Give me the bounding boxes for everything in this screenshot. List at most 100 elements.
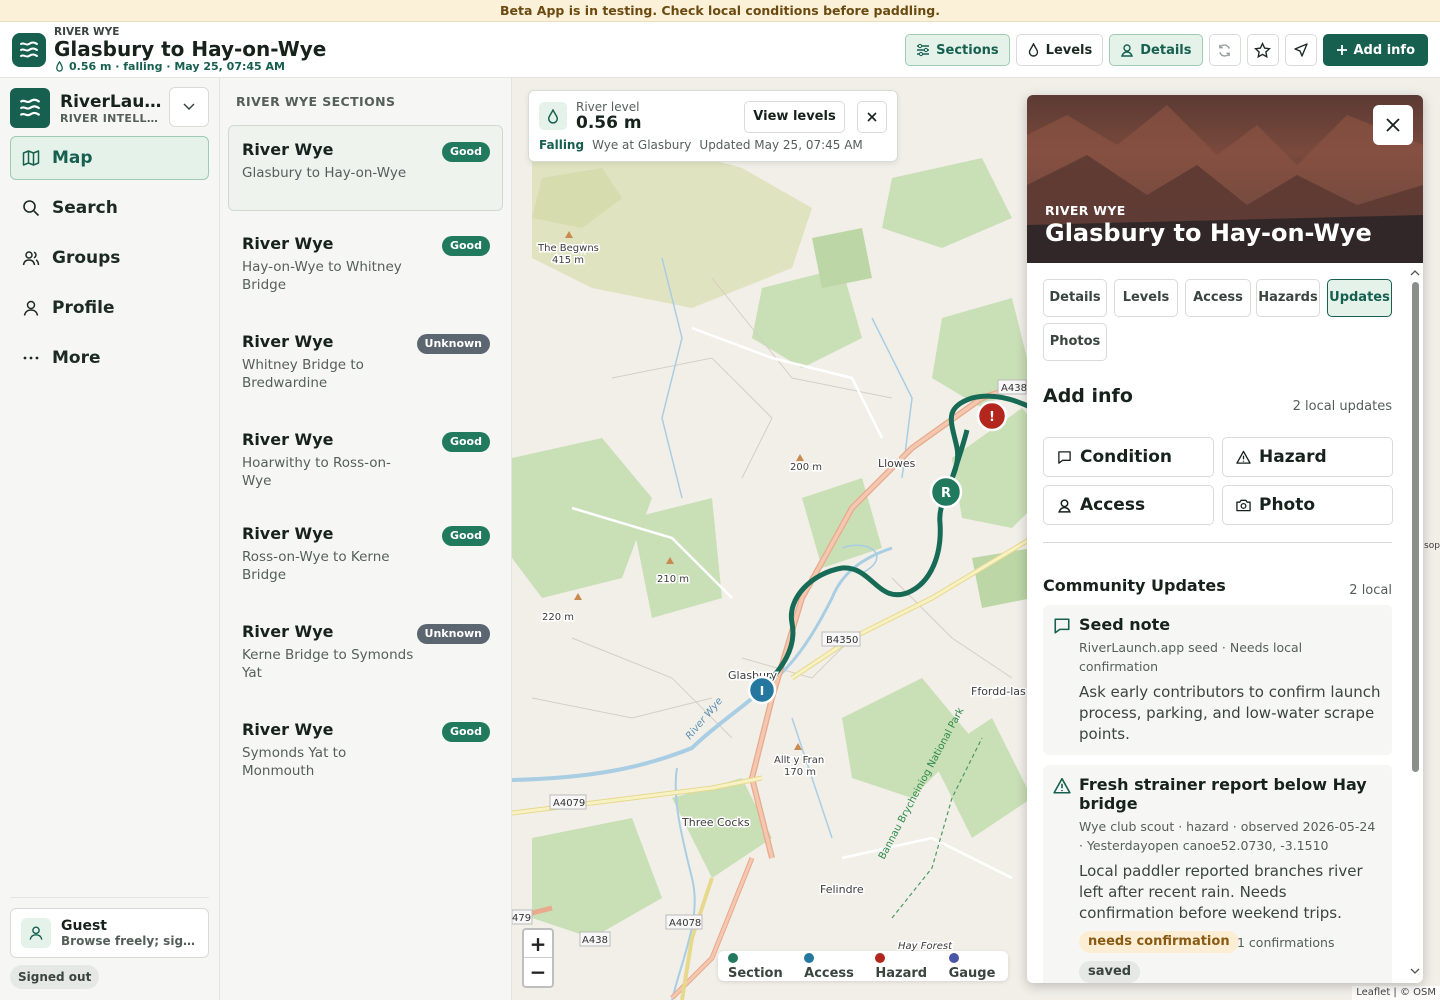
detail-kicker: RIVER WYE: [1045, 203, 1126, 218]
section-card[interactable]: River Wye Ross-on-Wye to Kerne Bridge Good: [228, 509, 503, 595]
sliders-icon: [917, 43, 930, 57]
favorite-button[interactable]: [1246, 34, 1279, 66]
rapid-marker[interactable]: R: [929, 475, 963, 509]
label-210m: 210 m: [657, 574, 689, 585]
tab-hazards[interactable]: Hazards: [1256, 279, 1320, 317]
camera-icon: [1236, 499, 1251, 512]
nav-profile-label: Profile: [52, 298, 115, 318]
road-label-a438b: A438: [582, 935, 608, 946]
update-card[interactable]: Seed note RiverLaunch.app seed · Needs l…: [1043, 605, 1392, 755]
section-card[interactable]: River Wye Glasbury to Hay-on-Wye Good: [228, 125, 503, 211]
add-hazard-button[interactable]: Hazard: [1222, 437, 1393, 477]
add-access-button[interactable]: Access: [1043, 485, 1214, 525]
guest-name: Guest: [61, 918, 107, 934]
app-logo-icon: [10, 88, 50, 128]
add-info-button[interactable]: Add info: [1322, 34, 1428, 66]
levels-button[interactable]: Levels: [1015, 34, 1104, 66]
close-icon: [1386, 118, 1400, 132]
details-button[interactable]: Details: [1109, 34, 1203, 66]
add-access-label: Access: [1080, 495, 1146, 515]
add-photo-button[interactable]: Photo: [1222, 485, 1393, 525]
road-label-a4078: A4078: [669, 918, 701, 929]
brand[interactable]: RiverLaunch RIVER INTELLIGENCE: [10, 88, 162, 128]
sections-heading: RIVER WYE SECTIONS: [236, 94, 396, 109]
add-info-heading: Add info: [1043, 385, 1133, 407]
section-name: Ross-on-Wye to Kerne Bridge: [242, 549, 390, 583]
warning-icon: [1236, 450, 1251, 464]
app-logo-icon[interactable]: [12, 33, 46, 67]
zoom-out-button[interactable]: −: [524, 958, 552, 986]
add-info-count: 2 local updates: [1292, 399, 1392, 414]
map-attribution[interactable]: Leaflet | © OSM: [1352, 986, 1440, 1000]
nav-more[interactable]: More: [10, 336, 209, 380]
label-three-cocks: Three Cocks: [681, 816, 750, 829]
scroll-thumb[interactable]: [1412, 282, 1419, 772]
hazard-marker[interactable]: !: [976, 400, 1008, 432]
nav-map-label: Map: [52, 148, 93, 168]
level-card-close-button[interactable]: [857, 101, 887, 133]
update-meta: RiverLaunch.app seed · Needs local confi…: [1079, 640, 1303, 674]
add-info-label: Add info: [1353, 42, 1416, 58]
user-pin-icon: [1121, 44, 1134, 57]
nav-search-label: Search: [52, 198, 118, 218]
add-photo-label: Photo: [1259, 495, 1316, 515]
section-card[interactable]: River Wye Kerne Bridge to Symonds Yat Unkn…: [228, 607, 503, 693]
zoom-in-button[interactable]: +: [524, 930, 552, 958]
tab-updates[interactable]: Updates: [1327, 279, 1392, 317]
river-level-value: 0.56 m: [576, 113, 642, 133]
brand-menu-toggle[interactable]: [169, 87, 209, 127]
section-card[interactable]: River Wye Whitney Bridge to Bredwardine Un…: [228, 317, 503, 403]
locate-button[interactable]: [1284, 34, 1317, 66]
add-condition-button[interactable]: Condition: [1043, 437, 1214, 477]
main-nav: Map Search Groups Profile More: [10, 136, 209, 386]
tab-photos[interactable]: Photos: [1043, 323, 1107, 361]
section-name: Hoarwithy to Ross-on-Wye: [242, 455, 391, 489]
road-label-479: 479: [512, 913, 531, 924]
status-badge: Unknown: [416, 334, 490, 354]
map-legend: Section Access Hazard Gauge: [718, 951, 1008, 981]
label-begwns-height: 415 m: [552, 255, 584, 266]
update-card[interactable]: Fresh strainer report below Hay bridge W…: [1043, 765, 1392, 983]
user-icon: [29, 926, 43, 940]
navigation-icon: [1293, 43, 1308, 57]
nav-map[interactable]: Map: [10, 136, 209, 180]
section-card[interactable]: River Wye Symonds Yat to Monmouth Good: [228, 705, 503, 779]
legend-dot-access: [804, 953, 815, 963]
plus-icon: [1336, 45, 1347, 55]
chevron-down-icon: [183, 103, 195, 111]
section-card[interactable]: River Wye Hoarwithy to Ross-on-Wye Good: [228, 415, 503, 501]
detail-close-button[interactable]: [1373, 105, 1413, 145]
nav-groups[interactable]: Groups: [10, 236, 209, 280]
add-hazard-label: Hazard: [1259, 447, 1327, 467]
community-updates-count: 2 local: [1349, 583, 1392, 598]
tab-details[interactable]: Details: [1043, 279, 1107, 317]
profile-icon: [23, 300, 39, 316]
nav-search[interactable]: Search: [10, 186, 209, 230]
level-card-footer: Falling Wye at Glasbury Updated May 25, …: [539, 138, 863, 152]
view-levels-button[interactable]: View levels: [744, 101, 845, 133]
levels-label: Levels: [1045, 42, 1093, 58]
access-marker[interactable]: I: [747, 675, 777, 705]
saved-chip: saved: [1079, 961, 1141, 983]
nav-profile[interactable]: Profile: [10, 286, 209, 330]
legend-dot-section: [728, 953, 738, 963]
tab-levels[interactable]: Levels: [1114, 279, 1178, 317]
drop-icon: [539, 102, 567, 130]
legend-item-access: Access: [804, 951, 866, 981]
guest-account[interactable]: Guest Browse freely; sign in to contribu…: [10, 908, 209, 958]
section-card[interactable]: River Wye Hay-on-Wye to Whitney Bridge Goo…: [228, 219, 503, 305]
legend-label-access: Access: [804, 966, 854, 981]
label-200m: 200 m: [790, 462, 822, 473]
refresh-button[interactable]: [1208, 34, 1241, 66]
avatar: [21, 918, 51, 948]
update-body: Ask early contributors to confirm launch…: [1079, 683, 1381, 743]
section-name: Symonds Yat to Monmouth: [242, 745, 347, 779]
legend-item-gauge: Gauge: [948, 951, 1008, 981]
refresh-icon: [1219, 43, 1230, 57]
level-updated: Updated May 25, 07:45 AM: [699, 138, 863, 152]
tab-access[interactable]: Access: [1185, 279, 1251, 317]
road-label-a4079: A4079: [553, 798, 585, 809]
detail-scrollbar[interactable]: [1409, 268, 1421, 980]
sections-button[interactable]: Sections: [905, 34, 1010, 66]
label-allt-height: 170 m: [784, 767, 816, 778]
